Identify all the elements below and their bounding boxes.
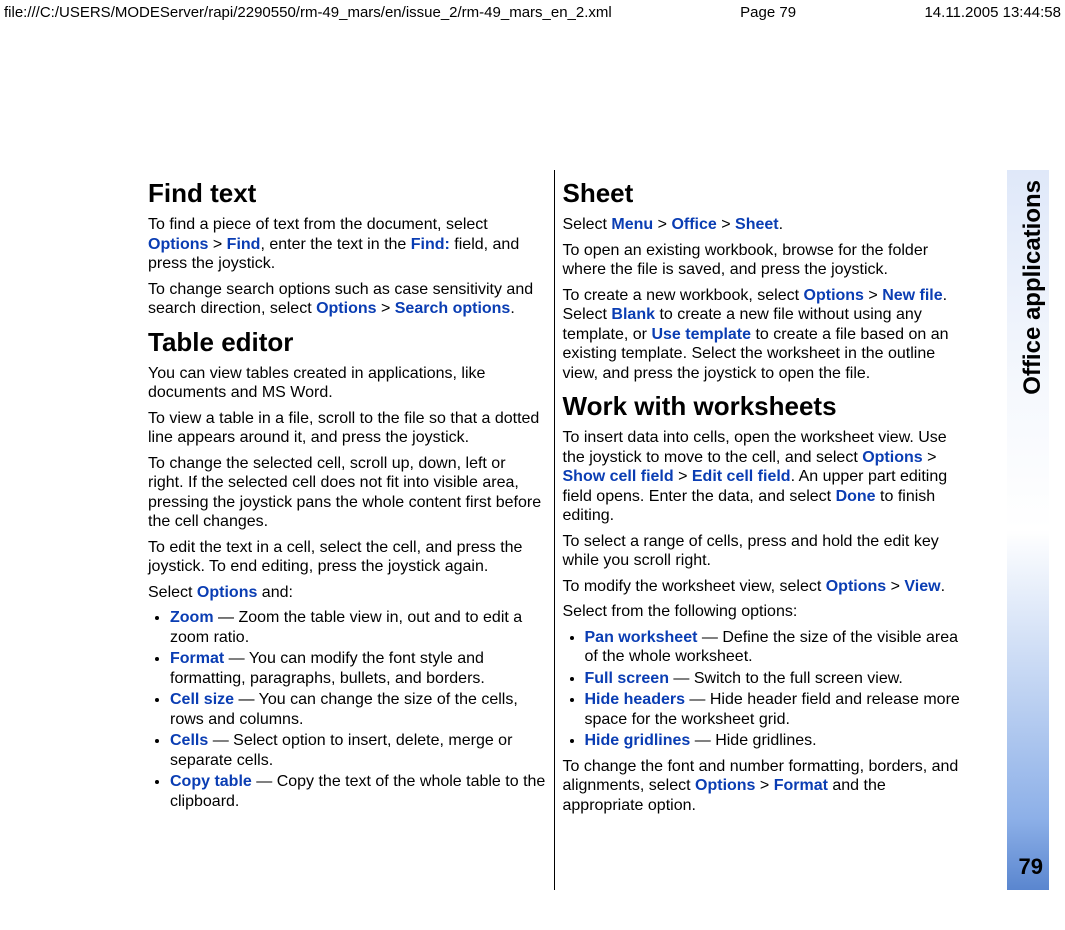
heading-table-editor: Table editor [148, 327, 546, 358]
paragraph: Select from the following options: [563, 602, 961, 622]
paragraph: To edit the text in a cell, select the c… [148, 538, 546, 577]
paragraph: To open an existing workbook, browse for… [563, 241, 961, 280]
option-text: Options [197, 584, 257, 601]
paragraph: To create a new workbook, select Options… [563, 286, 961, 384]
option-text: Full screen [585, 670, 669, 687]
option-text: Office [671, 216, 716, 233]
pdf-header: file:///C:/USERS/MODEServer/rapi/2290550… [4, 4, 1061, 21]
header-page: Page 79 [740, 4, 796, 21]
header-path: file:///C:/USERS/MODEServer/rapi/2290550… [4, 4, 612, 21]
option-text: Options [804, 287, 864, 304]
option-text: Sheet [735, 216, 779, 233]
option-text: Cell size [170, 691, 234, 708]
option-text: Options [862, 449, 922, 466]
option-text: Options [695, 777, 755, 794]
page-number: 79 [1019, 854, 1043, 880]
options-list: Pan worksheet — Define the size of the v… [563, 628, 961, 751]
page-content: Find text To find a piece of text from t… [140, 170, 968, 890]
list-item: Hide headers — Hide header field and rel… [585, 690, 961, 729]
option-text: Format [774, 777, 828, 794]
option-text: New file [882, 287, 942, 304]
option-text: Find: [411, 236, 450, 253]
paragraph: To modify the worksheet view, select Opt… [563, 577, 961, 597]
heading-work-with-worksheets: Work with worksheets [563, 391, 961, 422]
paragraph: To find a piece of text from the documen… [148, 215, 546, 274]
paragraph: To select a range of cells, press and ho… [563, 532, 961, 571]
list-item: Pan worksheet — Define the size of the v… [585, 628, 961, 667]
option-text: View [904, 578, 940, 595]
paragraph: To view a table in a file, scroll to the… [148, 409, 546, 448]
option-text: Blank [611, 306, 655, 323]
paragraph: To insert data into cells, open the work… [563, 428, 961, 526]
option-text: Options [148, 236, 208, 253]
option-text: Options [826, 578, 886, 595]
paragraph: To change search options such as case se… [148, 280, 546, 319]
heading-find-text: Find text [148, 178, 546, 209]
list-item: Hide gridlines — Hide gridlines. [585, 731, 961, 751]
option-text: Hide headers [585, 691, 685, 708]
paragraph: To change the font and number formatting… [563, 757, 961, 816]
option-text: Find [227, 236, 261, 253]
header-datetime: 14.11.2005 13:44:58 [924, 4, 1061, 21]
option-text: Options [316, 300, 376, 317]
option-text: Copy table [170, 773, 252, 790]
right-column: Sheet Select Menu > Office > Sheet. To o… [555, 170, 969, 890]
list-item: Zoom — Zoom the table view in, out and t… [170, 608, 546, 647]
left-column: Find text To find a piece of text from t… [140, 170, 555, 890]
paragraph: Select Options and: [148, 583, 546, 603]
option-text: Show cell field [563, 468, 674, 485]
option-text: Hide gridlines [585, 732, 691, 749]
list-item: Cells — Select option to insert, delete,… [170, 731, 546, 770]
list-item: Cell size — You can change the size of t… [170, 690, 546, 729]
section-label: Office applications [1019, 180, 1047, 395]
option-text: Edit cell field [692, 468, 791, 485]
option-text: Zoom [170, 609, 214, 626]
options-list: Zoom — Zoom the table view in, out and t… [148, 608, 546, 811]
list-item: Full screen — Switch to the full screen … [585, 669, 961, 689]
option-text: Menu [611, 216, 653, 233]
list-item: Format — You can modify the font style a… [170, 649, 546, 688]
option-text: Cells [170, 732, 208, 749]
option-text: Use template [651, 326, 751, 343]
paragraph: Select Menu > Office > Sheet. [563, 215, 961, 235]
list-item: Copy table — Copy the text of the whole … [170, 772, 546, 811]
option-text: Done [836, 488, 876, 505]
heading-sheet: Sheet [563, 178, 961, 209]
option-text: Pan worksheet [585, 629, 698, 646]
paragraph: To change the selected cell, scroll up, … [148, 454, 546, 532]
option-text: Format [170, 650, 224, 667]
option-text: Search options [395, 300, 511, 317]
paragraph: You can view tables created in applicati… [148, 364, 546, 403]
